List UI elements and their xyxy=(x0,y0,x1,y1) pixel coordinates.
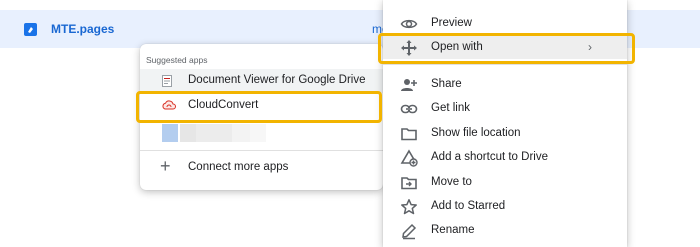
document-viewer-icon xyxy=(162,75,172,87)
menu-item-get-link[interactable]: Get link xyxy=(383,96,627,120)
link-icon xyxy=(400,104,418,114)
blurred-app-icon xyxy=(162,124,178,142)
move-to-folder-icon xyxy=(401,177,417,190)
show-file-location-label: Show file location xyxy=(431,127,521,139)
plus-icon: + xyxy=(160,156,171,176)
file-name: MTE.pages xyxy=(51,22,115,36)
move-to-label: Move to xyxy=(431,176,472,188)
blurred-app-label-2 xyxy=(196,124,232,142)
star-icon xyxy=(401,199,417,215)
submenu-item-document-viewer[interactable]: Document Viewer for Google Drive xyxy=(140,69,383,93)
share-label: Share xyxy=(431,78,462,90)
add-shortcut-icon xyxy=(400,149,418,167)
rename-label: Rename xyxy=(431,224,475,236)
pages-file-icon xyxy=(24,23,37,36)
preview-label: Preview xyxy=(431,17,472,29)
get-link-label: Get link xyxy=(431,102,470,114)
menu-item-add-to-starred[interactable]: Add to Starred xyxy=(383,194,627,218)
menu-item-add-shortcut[interactable]: Add a shortcut to Drive xyxy=(383,145,627,169)
menu-item-share[interactable]: Share xyxy=(383,72,627,96)
blurred-app-label-4 xyxy=(250,124,266,142)
highlight-box-open-with xyxy=(378,33,635,64)
menu-item-preview[interactable]: Preview xyxy=(383,11,627,35)
menu-item-show-file-location[interactable]: Show file location xyxy=(383,121,627,145)
add-to-starred-label: Add to Starred xyxy=(431,200,506,212)
menu-item-rename[interactable]: Rename xyxy=(383,218,627,242)
connect-more-apps-label: Connect more apps xyxy=(188,161,289,173)
eye-icon xyxy=(400,19,418,29)
folder-icon xyxy=(401,128,417,141)
submenu-divider xyxy=(140,150,383,151)
blurred-app-label-3 xyxy=(232,124,250,142)
blurred-app-label xyxy=(180,124,196,142)
highlight-box-cloudconvert xyxy=(136,91,382,123)
menu-divider xyxy=(383,64,627,65)
document-viewer-label: Document Viewer for Google Drive xyxy=(188,74,366,86)
add-shortcut-label: Add a shortcut to Drive xyxy=(431,151,548,163)
suggested-apps-header: Suggested apps xyxy=(146,55,208,65)
menu-item-move-to[interactable]: Move to xyxy=(383,170,627,194)
pencil-icon xyxy=(402,223,417,240)
connect-more-apps-button[interactable]: + Connect more apps xyxy=(140,154,383,180)
add-person-icon xyxy=(401,79,417,91)
submenu-item-blurred-app[interactable] xyxy=(140,120,383,144)
